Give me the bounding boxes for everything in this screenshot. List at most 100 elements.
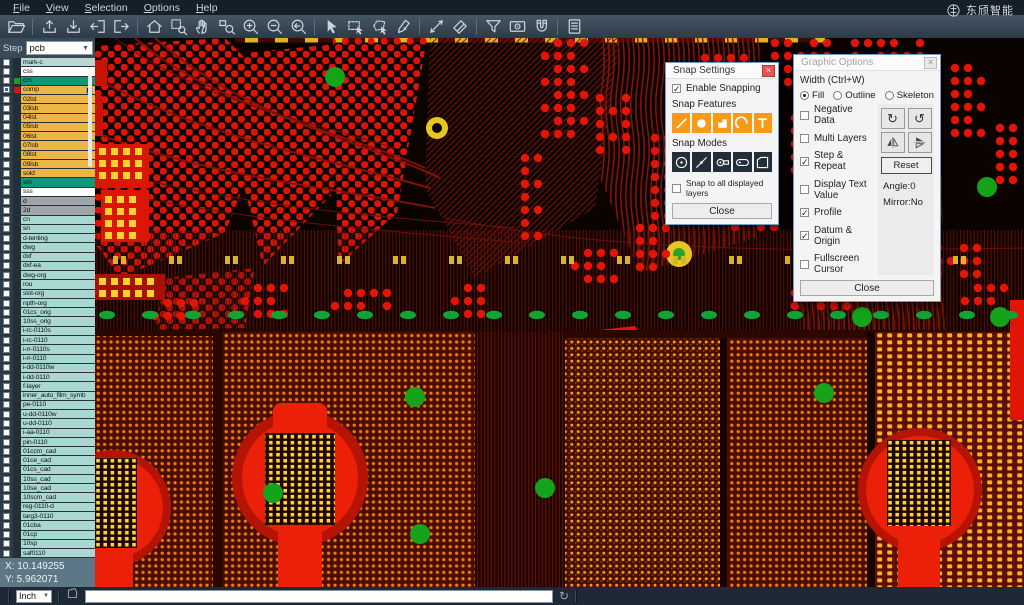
- layer-row-pin-0110[interactable]: pin-0110: [0, 438, 95, 447]
- layer-row-cm[interactable]: cm: [0, 77, 95, 86]
- layer-row-10sp[interactable]: 10sp: [0, 540, 95, 549]
- layer-row-inner_auto_film_symb[interactable]: inner_auto_film_symb: [0, 392, 95, 401]
- layer-row-i-aa-0110[interactable]: i-aa-0110: [0, 429, 95, 438]
- rotate-ccw-button[interactable]: ↺: [908, 108, 932, 129]
- layer-color-swatch[interactable]: [13, 262, 21, 270]
- layer-visibility-checkbox[interactable]: [0, 503, 13, 511]
- layer-visibility-checkbox[interactable]: [0, 77, 13, 85]
- layer-visibility-checkbox[interactable]: [0, 438, 13, 446]
- layer-visibility-checkbox[interactable]: [0, 123, 13, 131]
- layer-color-swatch[interactable]: [13, 234, 21, 242]
- layer-row-01cba[interactable]: 01cba: [0, 521, 95, 530]
- layer-visibility-checkbox[interactable]: [0, 540, 13, 548]
- layer-row-i-dd-0110w[interactable]: i-dd-0110w: [0, 364, 95, 373]
- layer-row-comp[interactable]: comp: [0, 86, 95, 95]
- layer-color-swatch[interactable]: [13, 521, 21, 529]
- layer-row-cn[interactable]: cn: [0, 216, 95, 225]
- layer-visibility-checkbox[interactable]: [0, 447, 13, 455]
- layer-visibility-checkbox[interactable]: [0, 475, 13, 483]
- layer-color-swatch[interactable]: [13, 493, 21, 501]
- zoom-out-icon[interactable]: [262, 16, 286, 37]
- layer-visibility-checkbox[interactable]: [0, 336, 13, 344]
- layer-row-07lsb[interactable]: 07lsb: [0, 141, 95, 150]
- layer-visibility-checkbox[interactable]: [0, 549, 13, 557]
- snap-slot-icon[interactable]: [733, 152, 751, 172]
- layer-color-swatch[interactable]: [13, 243, 21, 251]
- layer-row-targ3-0110[interactable]: targ3-0110: [0, 512, 95, 521]
- layer-row-reg-0110-d[interactable]: reg-0110-d: [0, 503, 95, 512]
- layer-row-10se_cad[interactable]: 10se_cad: [0, 484, 95, 493]
- layer-color-swatch[interactable]: [13, 216, 21, 224]
- snap-pad-icon[interactable]: [692, 113, 710, 133]
- enable-snapping-checkbox[interactable]: ✓ Enable Snapping: [672, 83, 772, 94]
- layer-visibility-checkbox[interactable]: [0, 253, 13, 261]
- layer-color-swatch[interactable]: [13, 484, 21, 492]
- layer-visibility-checkbox[interactable]: [0, 456, 13, 464]
- layer-color-swatch[interactable]: [13, 169, 21, 177]
- layer-visibility-checkbox[interactable]: [0, 197, 13, 205]
- eraser-icon[interactable]: [448, 16, 472, 37]
- mirror-vertical-button[interactable]: [908, 132, 932, 153]
- layer-row-i-rr-0110s[interactable]: i-rr-0110s: [0, 345, 95, 354]
- layer-visibility-checkbox[interactable]: [0, 243, 13, 251]
- layer-color-swatch[interactable]: [13, 141, 21, 149]
- layer-color-swatch[interactable]: [13, 531, 21, 539]
- layer-visibility-checkbox[interactable]: [0, 317, 13, 325]
- layer-visibility-checkbox[interactable]: [0, 484, 13, 492]
- layer-row-f-layer[interactable]: f-layer: [0, 382, 95, 391]
- layer-color-swatch[interactable]: [13, 466, 21, 474]
- layer-color-swatch[interactable]: [13, 429, 21, 437]
- mirror-horizontal-button[interactable]: [881, 132, 905, 153]
- layer-color-swatch[interactable]: [13, 392, 21, 400]
- layer-color-swatch[interactable]: [13, 104, 21, 112]
- layer-row-i-dd-0110[interactable]: i-dd-0110: [0, 373, 95, 382]
- snap-center-icon[interactable]: [672, 152, 690, 172]
- layer-visibility-checkbox[interactable]: [0, 132, 13, 140]
- layer-row-01cp[interactable]: 01cp: [0, 531, 95, 540]
- radio-skeleton[interactable]: Skeleton: [885, 90, 934, 101]
- layer-color-swatch[interactable]: [13, 206, 21, 214]
- layer-color-swatch[interactable]: [13, 95, 21, 103]
- layer-color-swatch[interactable]: [13, 132, 21, 140]
- layer-row-saf0110[interactable]: saf0110: [0, 549, 95, 558]
- layer-row-06lst[interactable]: 06lst: [0, 132, 95, 141]
- layer-color-swatch[interactable]: [13, 197, 21, 205]
- layer-color-swatch[interactable]: [13, 160, 21, 168]
- snap-arc-icon[interactable]: [733, 113, 751, 133]
- layer-visibility-checkbox[interactable]: [0, 58, 13, 66]
- layer-row-d-tenting[interactable]: d-tenting: [0, 234, 95, 243]
- save-up-icon[interactable]: [37, 16, 61, 37]
- layer-row-10ss_orig[interactable]: 10ss_orig: [0, 317, 95, 326]
- rotate-cw-button[interactable]: ↻: [881, 108, 905, 129]
- layer-visibility-checkbox[interactable]: [0, 114, 13, 122]
- layer-color-swatch[interactable]: [13, 77, 21, 85]
- snap-all-layers-checkbox[interactable]: Snap to all displayed layers: [672, 178, 772, 198]
- snap-corner-icon[interactable]: [713, 113, 731, 133]
- layer-color-swatch[interactable]: [13, 382, 21, 390]
- layer-color-swatch[interactable]: [13, 188, 21, 196]
- close-icon[interactable]: ×: [762, 65, 775, 77]
- home-icon[interactable]: [142, 16, 166, 37]
- layer-row-mark-c[interactable]: mark-c: [0, 58, 95, 67]
- layer-visibility-checkbox[interactable]: [0, 364, 13, 372]
- layer-color-swatch[interactable]: [13, 475, 21, 483]
- filter-icon[interactable]: [481, 16, 505, 37]
- layer-color-swatch[interactable]: [13, 327, 21, 335]
- layer-color-swatch[interactable]: [13, 503, 21, 511]
- layer-color-swatch[interactable]: [13, 456, 21, 464]
- layer-visibility-checkbox[interactable]: [0, 95, 13, 103]
- layer-color-swatch[interactable]: [13, 336, 21, 344]
- layer-row-2d[interactable]: 2d: [0, 206, 95, 215]
- notes-icon[interactable]: [562, 16, 586, 37]
- layer-visibility-checkbox[interactable]: [0, 271, 13, 279]
- layer-color-swatch[interactable]: [13, 151, 21, 159]
- menu-view[interactable]: View: [39, 2, 76, 14]
- layer-row-i-rc-0110s[interactable]: i-rc-0110s: [0, 327, 95, 336]
- layer-row-04lst[interactable]: 04lst: [0, 114, 95, 123]
- layer-visibility-checkbox[interactable]: [0, 86, 13, 94]
- refresh-icon[interactable]: ↻: [559, 590, 569, 602]
- layer-row-rou[interactable]: rou: [0, 280, 95, 289]
- layer-visibility-checkbox[interactable]: [0, 234, 13, 242]
- layer-row-dwg-org[interactable]: dwg-org: [0, 271, 95, 280]
- select-rect-icon[interactable]: [343, 16, 367, 37]
